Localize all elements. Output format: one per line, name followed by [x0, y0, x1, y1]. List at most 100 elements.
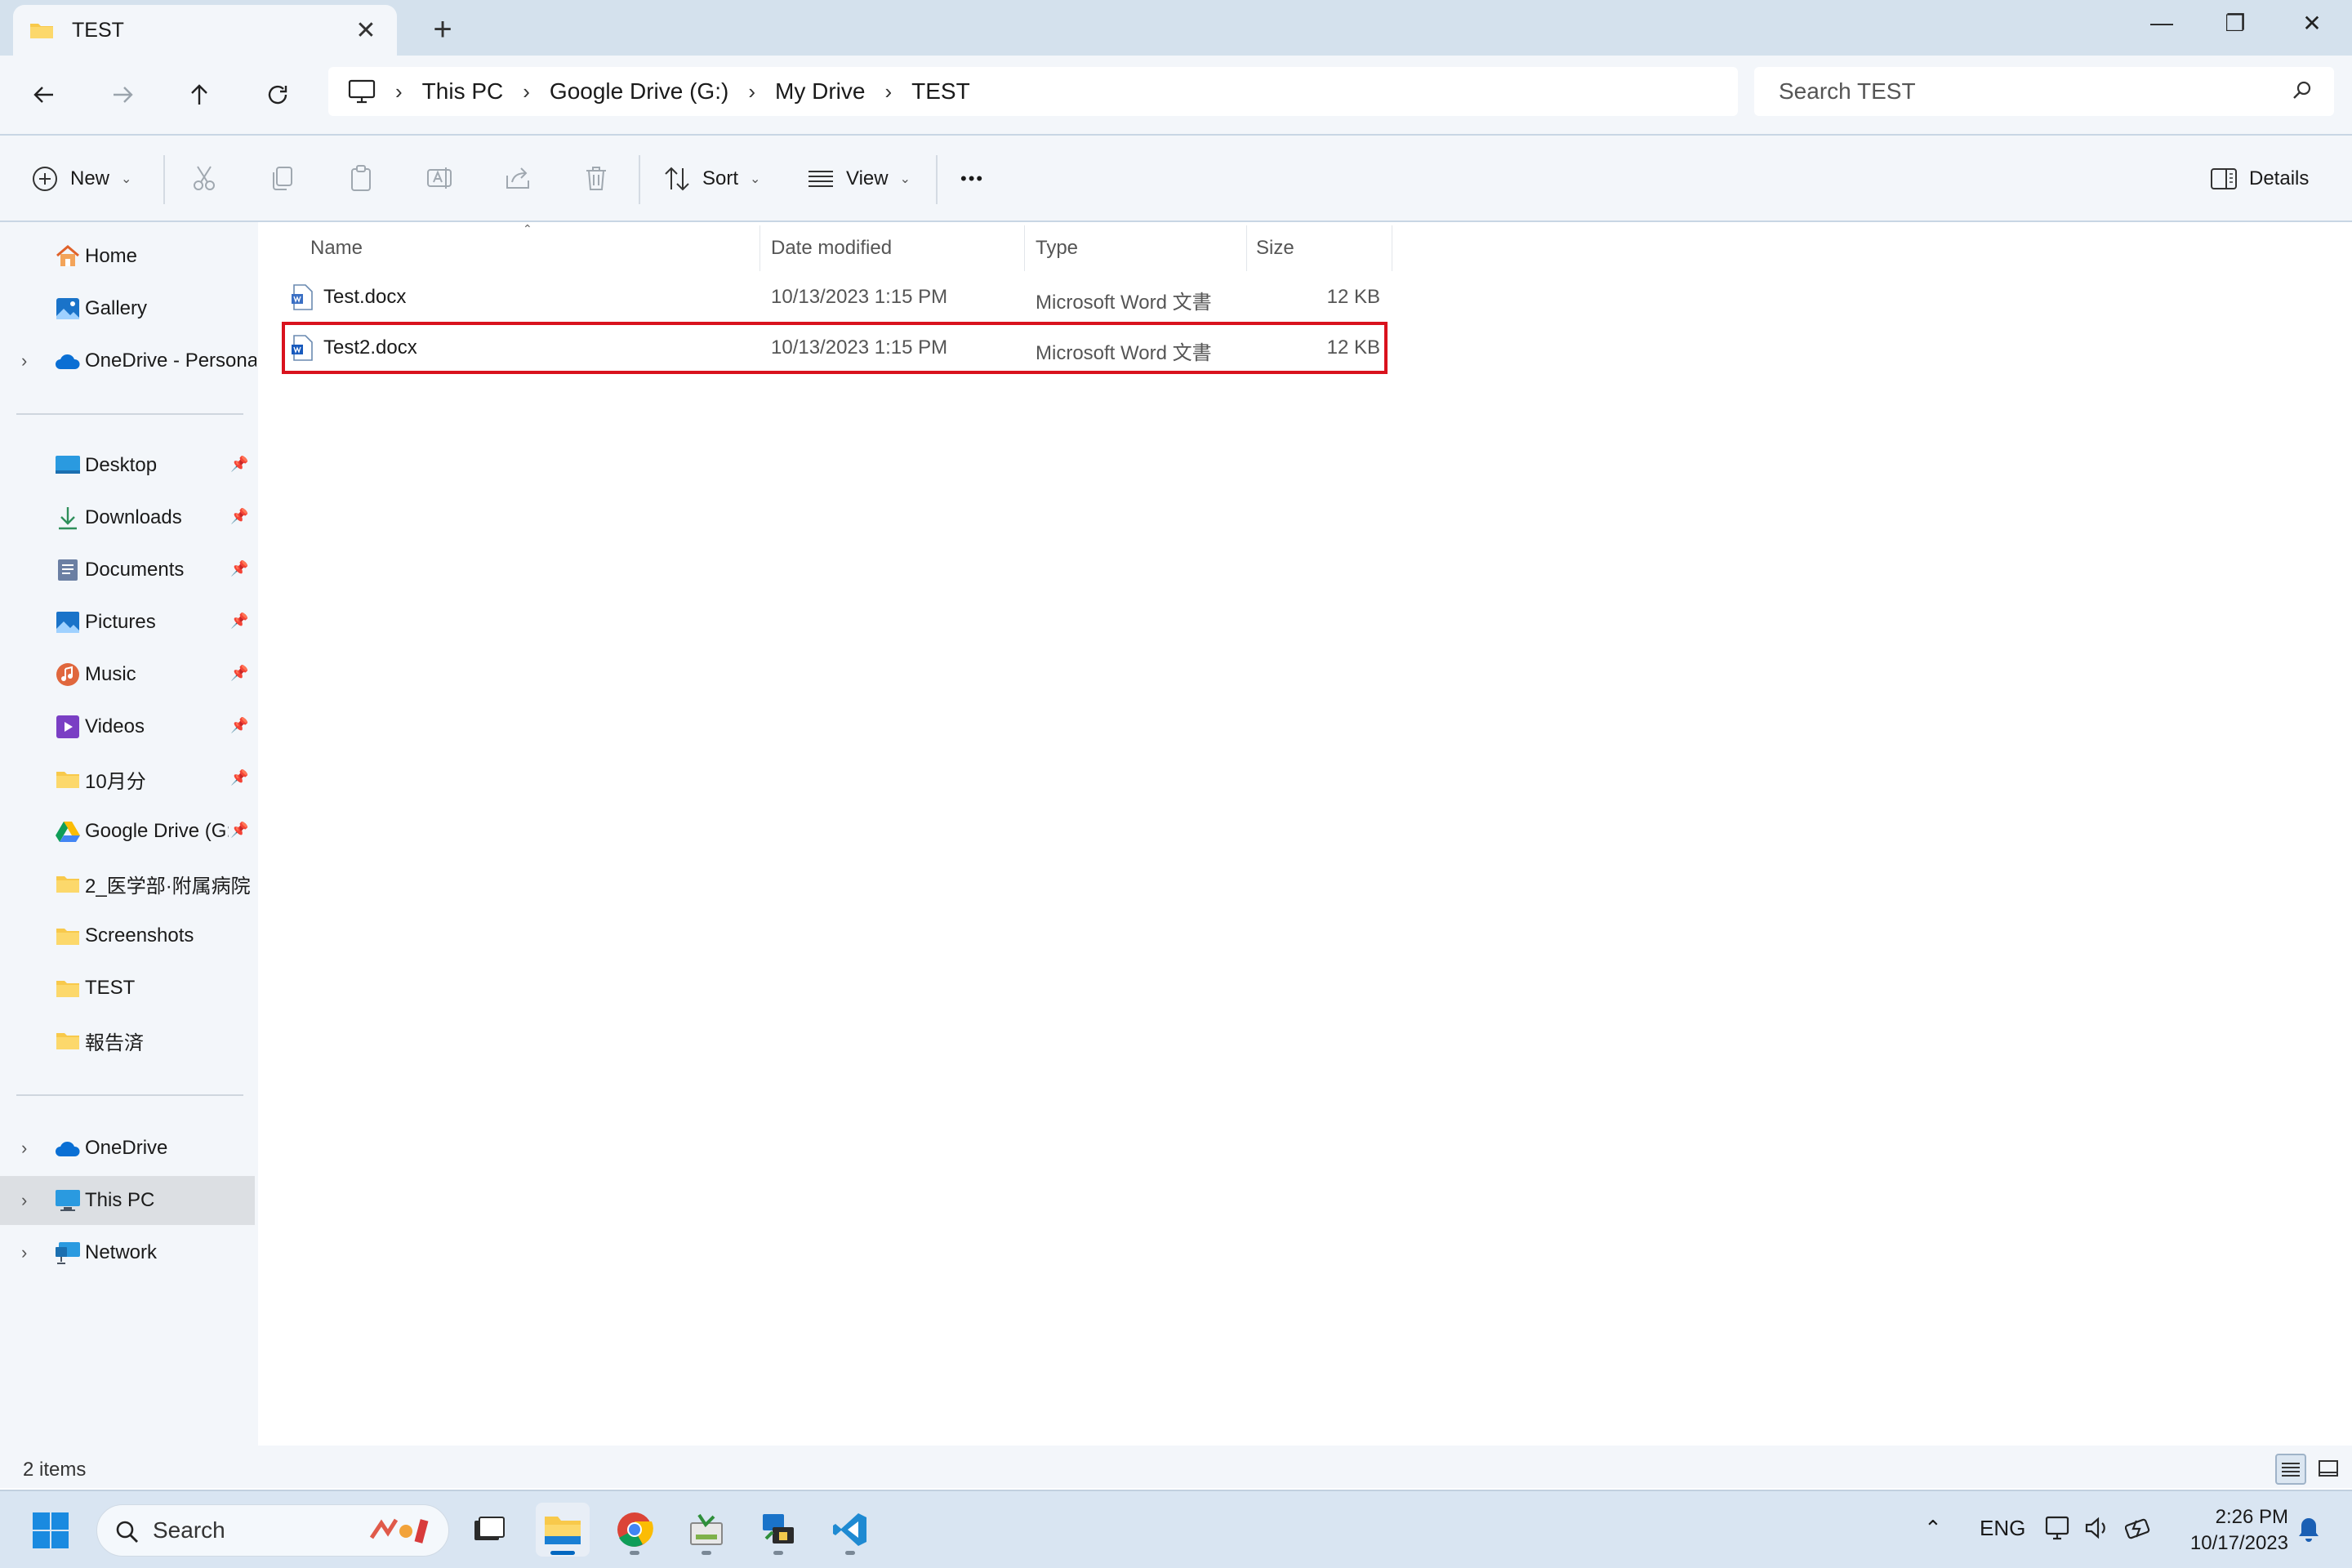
documents-icon: [54, 557, 82, 583]
download-icon: [54, 505, 82, 531]
chrome-taskbar-button[interactable]: [608, 1503, 662, 1557]
tiles-view-icon: [2319, 1460, 2338, 1477]
navigation-pane: Home Gallery › OneDrive - Personal Deskt…: [0, 222, 258, 1488]
sidebar-item-gallery[interactable]: Gallery: [0, 284, 255, 333]
sidebar-item-label: This PC: [85, 1189, 155, 1211]
notification-bell-icon[interactable]: [2296, 1516, 2321, 1544]
tiles-view-toggle[interactable]: [2313, 1454, 2344, 1485]
list-view-icon: [2282, 1463, 2300, 1477]
sidebar-item-pictures[interactable]: Pictures 📌: [0, 598, 255, 647]
column-header-date[interactable]: Date modified: [771, 225, 892, 271]
chevron-down-icon: ⌄: [750, 172, 761, 186]
minimize-button[interactable]: —: [2123, 0, 2200, 46]
chevron-right-icon[interactable]: ›: [21, 1138, 27, 1159]
chevron-right-icon[interactable]: ›: [21, 1242, 27, 1263]
folder-icon: [54, 923, 82, 949]
details-label: Details: [2249, 167, 2310, 189]
tab-test[interactable]: TEST ✕: [13, 5, 397, 56]
monitor-icon: [348, 79, 376, 104]
table-row[interactable]: Test.docx 10/13/2023 1:15 PM Microsoft W…: [260, 273, 1403, 322]
remote-connection-icon: [763, 1514, 794, 1544]
sidebar-item-music[interactable]: Music 📌: [0, 650, 255, 699]
battery-charging-icon[interactable]: [2125, 1514, 2154, 1542]
search-input[interactable]: Search TEST: [1754, 67, 2334, 116]
taskbar-search[interactable]: Search: [96, 1504, 449, 1557]
details-pane-button[interactable]: Details: [2210, 158, 2309, 199]
install-app-icon: [690, 1513, 723, 1545]
search-icon: [116, 1521, 138, 1543]
sidebar-item-test[interactable]: TEST: [0, 964, 255, 1013]
details-view-toggle[interactable]: [2275, 1454, 2306, 1485]
search-highlight-icon: [369, 1518, 429, 1544]
file-explorer-taskbar-button[interactable]: [536, 1503, 590, 1557]
google-drive-icon: [54, 818, 82, 844]
sidebar-item-downloads[interactable]: Downloads 📌: [0, 493, 255, 542]
desktop-icon: [54, 452, 82, 479]
windows-start-icon[interactable]: [31, 1511, 70, 1550]
sidebar-item-desktop[interactable]: Desktop 📌: [0, 441, 255, 490]
sidebar-item-label: 2_医学部·附属病院: [85, 875, 251, 898]
breadcrumb-test[interactable]: TEST: [911, 78, 970, 105]
divider: [16, 413, 243, 415]
up-button[interactable]: [176, 72, 222, 118]
breadcrumb-my-drive[interactable]: My Drive: [775, 78, 865, 105]
column-divider[interactable]: [1024, 225, 1025, 271]
view-button[interactable]: View ⌄: [807, 158, 911, 199]
chevron-right-icon[interactable]: ›: [21, 1190, 27, 1211]
rename-icon[interactable]: [421, 160, 457, 196]
remote-app-taskbar-button[interactable]: [751, 1503, 805, 1557]
vscode-taskbar-button[interactable]: [823, 1503, 877, 1557]
chevron-right-icon[interactable]: ›: [21, 350, 27, 372]
sidebar-item-this-pc[interactable]: › This PC: [0, 1176, 255, 1225]
maximize-button[interactable]: ❐: [2197, 0, 2274, 46]
sort-button[interactable]: Sort ⌄: [663, 158, 760, 199]
show-hidden-icons-chevron-icon[interactable]: ⌃: [1924, 1516, 1942, 1541]
delete-icon[interactable]: [578, 160, 614, 196]
sidebar-item-onedrive[interactable]: › OneDrive: [0, 1124, 255, 1173]
paste-icon[interactable]: [343, 160, 379, 196]
breadcrumb-this-pc[interactable]: This PC: [422, 78, 504, 105]
input-language[interactable]: ENG: [1980, 1516, 2025, 1541]
sidebar-item-network[interactable]: › Network: [0, 1228, 255, 1277]
sidebar-item-onedrive-personal[interactable]: › OneDrive - Personal: [0, 336, 256, 385]
sidebar-item-videos[interactable]: Videos 📌: [0, 702, 255, 751]
pin-icon: 📌: [230, 769, 249, 786]
new-tab-button[interactable]: +: [425, 11, 461, 47]
pin-icon: 📌: [230, 822, 249, 838]
column-header-name[interactable]: Name: [310, 225, 363, 271]
system-clock[interactable]: 2:26 PM 10/17/2023: [2169, 1504, 2288, 1557]
music-icon: [54, 662, 82, 688]
close-window-button[interactable]: ✕: [2274, 0, 2350, 46]
cut-icon[interactable]: [186, 160, 222, 196]
close-tab-icon[interactable]: ✕: [350, 15, 382, 47]
breadcrumb-google-drive[interactable]: Google Drive (G:): [550, 78, 728, 105]
task-view-button[interactable]: [462, 1503, 516, 1557]
sidebar-item-screenshots[interactable]: Screenshots: [0, 911, 255, 960]
copy-icon[interactable]: [265, 160, 301, 196]
share-icon[interactable]: [500, 160, 536, 196]
column-divider[interactable]: [1246, 225, 1247, 271]
app-taskbar-button[interactable]: [679, 1503, 733, 1557]
sidebar-item-home[interactable]: Home: [0, 232, 255, 281]
address-bar[interactable]: › This PC › Google Drive (G:) › My Drive…: [328, 67, 1738, 116]
column-header-type[interactable]: Type: [1036, 225, 1078, 271]
search-icon: [2293, 81, 2311, 99]
sidebar-item-google-drive[interactable]: Google Drive (G:) 📌: [0, 807, 255, 856]
sort-label: Sort: [702, 167, 739, 189]
new-button[interactable]: New ⌄: [31, 158, 131, 199]
column-header-size[interactable]: Size: [1256, 225, 1294, 271]
network-status-icon[interactable]: [2045, 1514, 2073, 1542]
pin-icon: 📌: [230, 560, 249, 577]
cloud-icon: [54, 348, 82, 374]
sidebar-item-reported[interactable]: 報告済: [0, 1016, 255, 1065]
forward-button[interactable]: [100, 72, 145, 118]
back-button[interactable]: [21, 72, 67, 118]
more-options-button[interactable]: •••: [960, 158, 984, 199]
divider: [639, 155, 640, 204]
refresh-button[interactable]: [255, 72, 301, 118]
sidebar-item-october-folder[interactable]: 10月分 📌: [0, 755, 255, 804]
sidebar-item-medical-folder[interactable]: 2_医学部·附属病院: [0, 859, 255, 908]
clock-time: 2:26 PM: [2215, 1506, 2288, 1528]
volume-icon[interactable]: [2084, 1516, 2110, 1540]
sidebar-item-documents[interactable]: Documents 📌: [0, 546, 255, 595]
